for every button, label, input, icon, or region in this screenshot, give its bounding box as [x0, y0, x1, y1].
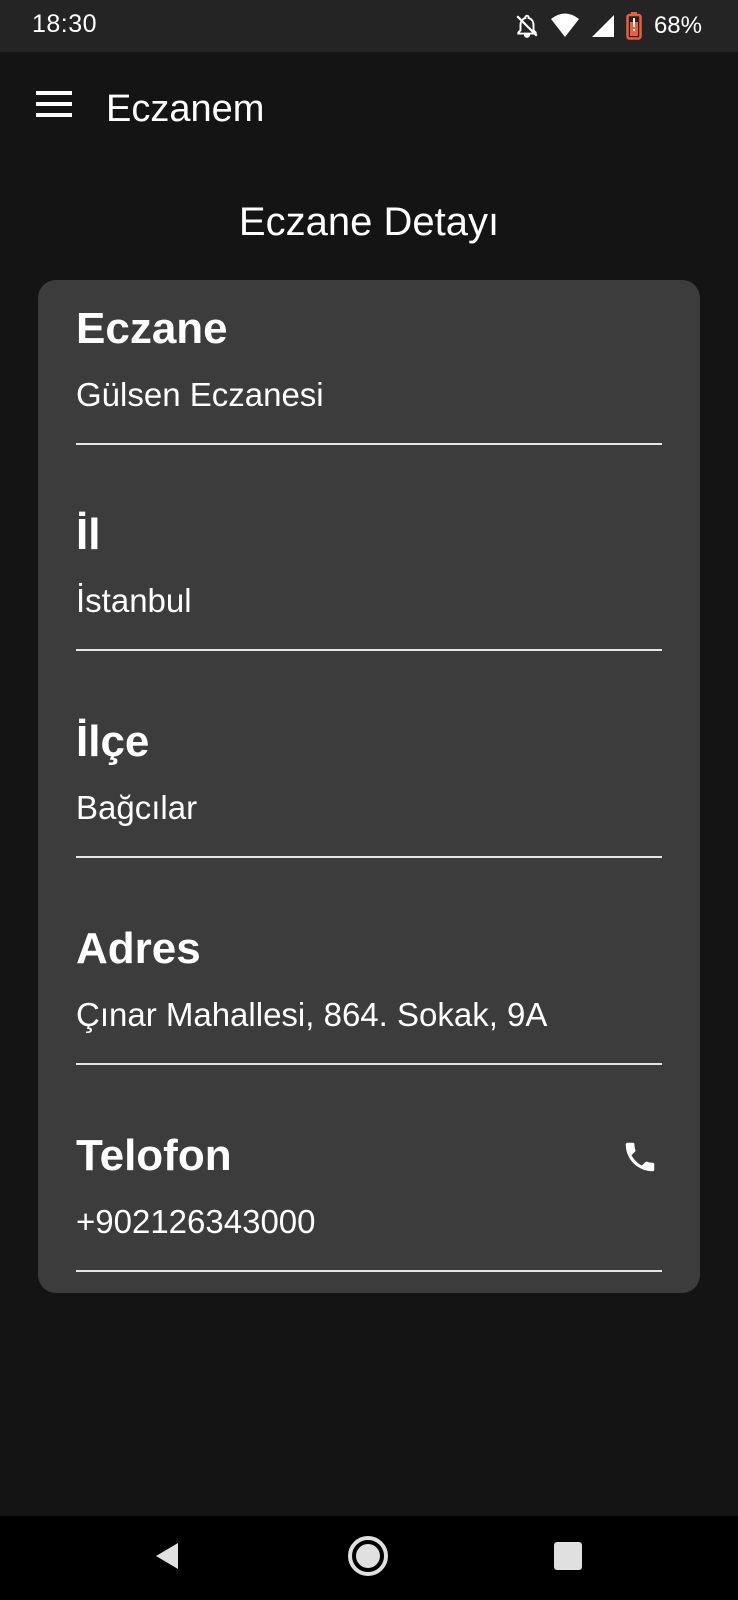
hamburger-menu-button[interactable] — [26, 78, 82, 134]
hamburger-menu-icon — [36, 90, 72, 122]
recents-button[interactable] — [546, 1536, 590, 1580]
address-label: Adres — [76, 924, 201, 973]
address-value: Çınar Mahallesi, 864. Sokak, 9A — [76, 996, 548, 1033]
phone-field: Telofon +902126343000 — [76, 1107, 662, 1277]
home-button[interactable] — [346, 1535, 390, 1582]
wifi-icon — [550, 13, 580, 39]
province-field: İl İstanbul — [76, 486, 662, 656]
divider — [76, 1063, 662, 1065]
recents-icon — [553, 1541, 583, 1576]
district-field: İlçe Bağcılar — [76, 693, 662, 863]
status-time: 18:30 — [32, 10, 98, 38]
notifications-off-icon — [514, 13, 540, 39]
back-icon — [152, 1541, 182, 1576]
app-title: Eczanem — [106, 88, 265, 130]
province-value: İstanbul — [76, 582, 192, 619]
system-nav-bar — [0, 1516, 738, 1600]
call-button[interactable] — [618, 1137, 662, 1181]
divider — [76, 856, 662, 858]
divider — [76, 443, 662, 445]
page-title: Eczane Detayı — [238, 200, 500, 244]
district-label: İlçe — [76, 717, 150, 766]
pharmacy-field: Eczane Gülsen Eczanesi — [76, 280, 662, 450]
province-label: İl — [76, 510, 101, 559]
pharmacy-detail-card: Eczane Gülsen Eczanesi İl İstanbul İlçe … — [38, 280, 700, 1293]
back-button[interactable] — [145, 1536, 189, 1580]
phone-value[interactable]: +902126343000 — [76, 1203, 316, 1241]
status-icons: 68% — [514, 12, 702, 40]
phone-icon — [621, 1138, 659, 1181]
district-value: Bağcılar — [76, 789, 198, 826]
divider — [76, 1270, 662, 1272]
signal-icon — [590, 13, 616, 39]
address-field: Adres Çınar Mahallesi, 864. Sokak, 9A — [76, 900, 662, 1070]
app-bar: Eczanem — [0, 52, 738, 172]
status-bar: 18:30 68% — [0, 0, 738, 52]
pharmacy-value: Gülsen Eczanesi — [76, 376, 324, 413]
pharmacy-label: Eczane — [76, 304, 228, 353]
home-icon — [347, 1535, 389, 1582]
battery-percent: 68% — [653, 12, 702, 39]
phone-label: Telofon — [76, 1131, 232, 1180]
divider — [76, 649, 662, 651]
battery-icon — [626, 12, 642, 40]
